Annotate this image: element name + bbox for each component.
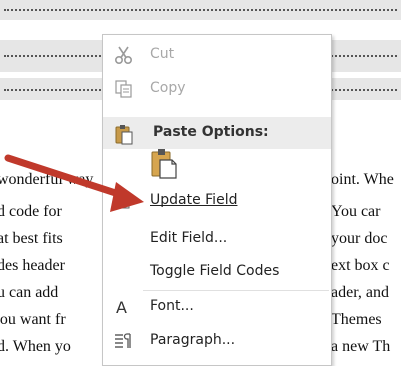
scissors-icon (113, 45, 135, 65)
paste-keep-formatting-icon (151, 149, 177, 179)
doc-text-left: at best fits (0, 230, 63, 247)
menu-item-label: Font... (150, 298, 194, 314)
doc-text-right: ext box c (331, 257, 390, 274)
doc-text-left: des header (0, 257, 65, 274)
doc-text-right: oint. Whe (331, 171, 394, 188)
menu-item-toggle-field-codes[interactable]: Toggle Field Codes (103, 258, 331, 286)
doc-text-right: Themes (331, 311, 382, 328)
context-menu: Cut Copy Paste Options: Update Field Edi… (102, 34, 332, 366)
menu-item-label: Paragraph... (150, 332, 236, 348)
menu-item-font[interactable]: A Font... (103, 293, 331, 321)
clipboard-icon (113, 123, 135, 149)
menu-item-update-field[interactable]: Update Field (103, 187, 331, 215)
copy-icon (113, 79, 135, 99)
menu-item-label: Edit Field... (150, 230, 228, 246)
menu-item-label: Update Field (150, 192, 238, 208)
menu-item-label: Cut (150, 46, 175, 62)
paragraph-icon (113, 331, 135, 351)
doc-text-right: You car (331, 203, 381, 220)
doc-text-left: 'ou want fr (0, 311, 66, 328)
menu-item-cut[interactable]: Cut (103, 41, 331, 69)
paste-options-label: Paste Options: (153, 124, 269, 140)
doc-text-left: d code for (0, 203, 62, 220)
paste-options-header: Paste Options: (103, 117, 331, 149)
menu-item-label: Toggle Field Codes (150, 263, 280, 279)
menu-item-edit-field[interactable]: Edit Field... (103, 225, 331, 253)
doc-text-left: wonderful way (0, 171, 94, 188)
menu-separator (143, 290, 329, 291)
doc-text-right: a new Th (331, 338, 391, 355)
menu-item-paragraph[interactable]: Paragraph... (103, 327, 331, 355)
doc-text-right: ader, and (331, 284, 389, 301)
doc-text-left: u can add (0, 284, 59, 301)
menu-item-label: Copy (150, 80, 186, 96)
header-band-1 (0, 0, 401, 20)
font-icon: A (113, 297, 135, 317)
doc-text-right: your doc (331, 230, 388, 247)
doc-text-left: d. When yo (0, 338, 71, 355)
update-field-icon (113, 191, 135, 211)
paste-keep-formatting-button[interactable] (147, 147, 181, 181)
svg-text:A: A (116, 298, 127, 317)
menu-item-copy[interactable]: Copy (103, 75, 331, 103)
